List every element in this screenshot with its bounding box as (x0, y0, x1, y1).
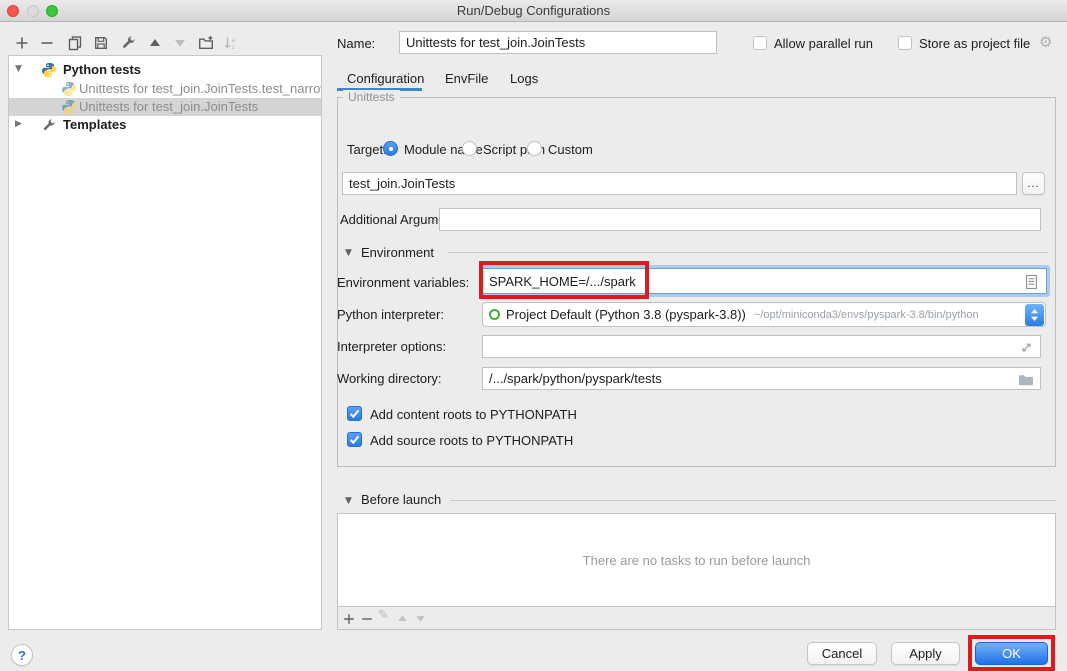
before-launch-header-line (450, 500, 1056, 501)
tree-item-python-tests[interactable]: ▼ Python tests (9, 61, 322, 79)
store-as-project-file-checkbox[interactable] (898, 36, 912, 50)
environment-header[interactable]: Environment (361, 245, 434, 260)
check-icon (347, 432, 362, 447)
edit-task-icon: ✎ (378, 608, 389, 623)
add-source-roots-checkbox[interactable] (347, 432, 362, 447)
cancel-button[interactable]: Cancel (807, 642, 877, 665)
environment-collapse-icon[interactable]: ▼ (345, 248, 352, 258)
check-icon (347, 406, 362, 421)
configurations-tree: ▼ Python tests Unittests for test_join.J… (8, 55, 322, 630)
add-task-button[interactable] (340, 610, 357, 627)
before-launch-panel: There are no tasks to run before launch … (337, 513, 1056, 630)
edit-variables-icon[interactable] (1025, 274, 1038, 290)
edit-templates-button[interactable] (119, 34, 136, 51)
name-input[interactable]: Unittests for test_join.JoinTests (399, 31, 717, 54)
python-interpreter-label: Python interpreter: (337, 307, 444, 323)
copy-configuration-button[interactable] (66, 34, 83, 51)
move-down-button (171, 34, 188, 51)
interpreter-options-input[interactable] (482, 335, 1041, 358)
save-configuration-button[interactable] (92, 34, 109, 51)
tab-envfile[interactable]: EnvFile (445, 71, 488, 86)
tree-item-unittests-test-narrow[interactable]: Unittests for test_join.JoinTests.test_n… (9, 80, 322, 98)
interpreter-options-label: Interpreter options: (337, 339, 446, 355)
expand-field-icon[interactable] (1019, 340, 1034, 355)
remove-task-button (358, 610, 375, 627)
before-launch-empty-text: There are no tasks to run before launch (583, 553, 811, 568)
tab-configuration[interactable]: Configuration (347, 71, 424, 86)
browse-folder-icon[interactable] (1018, 372, 1034, 388)
conda-environment-icon (489, 309, 500, 320)
add-content-roots-checkbox[interactable] (347, 406, 362, 421)
name-label: Name: (337, 36, 375, 52)
add-configuration-button[interactable] (13, 34, 30, 51)
gear-icon[interactable]: ⚙ (1039, 33, 1052, 51)
radio-custom-label[interactable]: Custom (548, 142, 593, 158)
add-content-roots-label: Add content roots to PYTHONPATH (370, 407, 577, 423)
before-launch-toolbar: ✎ (338, 607, 1055, 629)
tree-item-templates[interactable]: ▶ Templates (9, 116, 322, 134)
python-icon (61, 81, 77, 97)
add-source-roots-label: Add source roots to PYTHONPATH (370, 433, 573, 449)
chevron-down-icon[interactable]: ▼ (15, 64, 22, 74)
zoom-button[interactable] (46, 5, 58, 17)
before-launch-header[interactable]: Before launch (361, 492, 441, 507)
environment-variables-input[interactable]: SPARK_HOME=/.../spark (482, 268, 1047, 294)
remove-configuration-button[interactable] (38, 34, 55, 51)
titlebar: Run/Debug Configurations (0, 0, 1067, 22)
environment-header-line (448, 252, 1048, 253)
allow-parallel-run-label: Allow parallel run (774, 36, 873, 52)
radio-custom[interactable] (527, 141, 542, 156)
tree-item-unittests-jointests[interactable]: Unittests for test_join.JoinTests (9, 98, 322, 116)
close-button[interactable] (7, 5, 19, 17)
apply-button[interactable]: Apply (891, 642, 960, 665)
radio-module-name[interactable] (383, 141, 398, 156)
select-stepper[interactable] (1025, 304, 1044, 326)
sort-configurations-button (222, 34, 239, 51)
python-icon (41, 62, 57, 78)
minimize-button (27, 5, 39, 17)
move-up-button[interactable] (146, 34, 163, 51)
tab-logs[interactable]: Logs (510, 71, 538, 86)
help-button[interactable]: ? (11, 644, 33, 666)
ok-button[interactable]: OK (975, 642, 1048, 665)
python-icon (61, 99, 77, 115)
target-input[interactable]: test_join.JoinTests (342, 172, 1017, 195)
working-directory-input[interactable]: /.../spark/python/pyspark/tests (482, 367, 1041, 390)
python-interpreter-select[interactable]: Project Default (Python 3.8 (pyspark-3.8… (482, 302, 1046, 327)
additional-arguments-input[interactable] (439, 208, 1041, 231)
move-task-up-button (394, 610, 411, 627)
allow-parallel-run-checkbox[interactable] (753, 36, 767, 50)
environment-variables-label: Environment variables: (337, 275, 469, 291)
wrench-icon (41, 118, 56, 133)
radio-script-path[interactable] (462, 141, 477, 156)
before-launch-task-list[interactable]: There are no tasks to run before launch (338, 514, 1055, 607)
move-task-down-button (412, 610, 429, 627)
unittests-group-label: Unittests (343, 90, 400, 104)
new-folder-button[interactable] (197, 34, 214, 51)
browse-target-button[interactable]: ... (1022, 172, 1045, 195)
window-title: Run/Debug Configurations (0, 0, 1067, 22)
store-as-project-file-label: Store as project file (919, 36, 1030, 52)
before-launch-collapse-icon[interactable]: ▼ (345, 496, 352, 506)
working-directory-label: Working directory: (337, 371, 442, 387)
chevron-right-icon[interactable]: ▶ (15, 119, 22, 129)
target-label: Target: (347, 142, 387, 158)
